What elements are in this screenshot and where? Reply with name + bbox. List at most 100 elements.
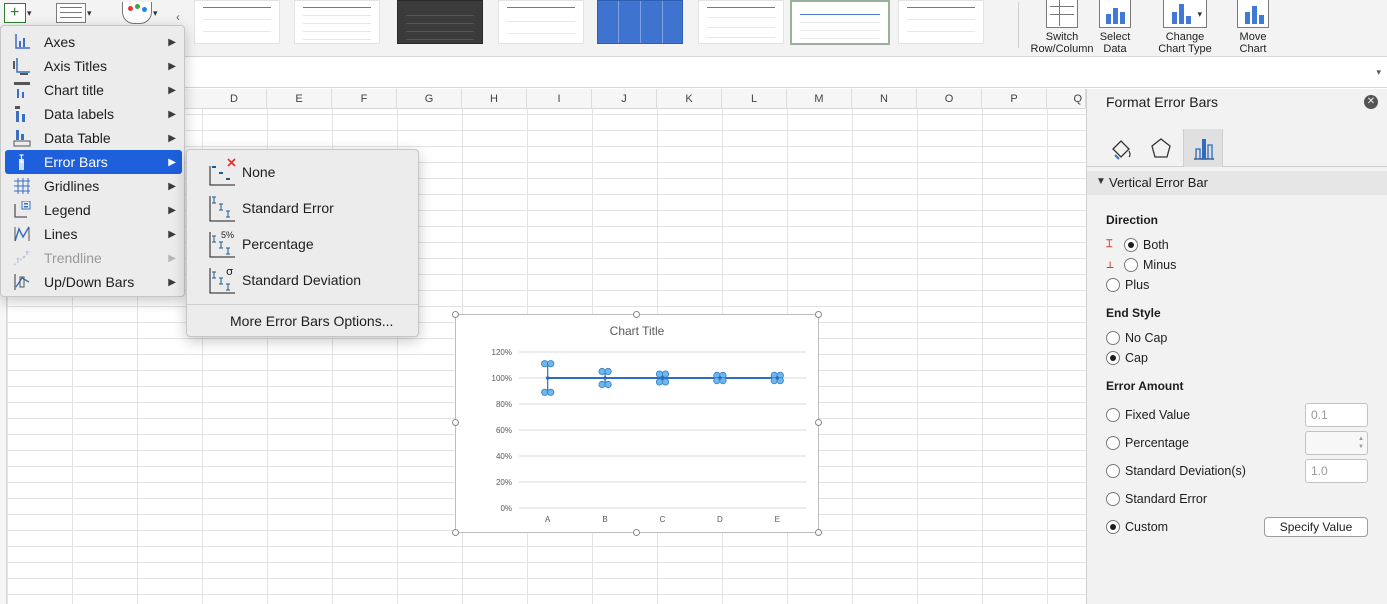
error-bars-option-percentage[interactable]: 5% Percentage: [191, 227, 415, 261]
resize-handle[interactable]: [815, 529, 822, 536]
radio-button[interactable]: [1106, 331, 1120, 345]
error-bar-selection-handle[interactable]: [661, 370, 670, 378]
resize-handle[interactable]: [452, 311, 459, 318]
direction-minus-radio[interactable]: Minus: [1124, 256, 1176, 274]
more-error-bars-options[interactable]: More Error Bars Options...: [230, 313, 393, 329]
radio-button[interactable]: [1106, 464, 1120, 478]
resize-handle[interactable]: [633, 529, 640, 536]
menu-item-axes[interactable]: Axes ▶: [5, 30, 182, 54]
stepper-arrows-icon[interactable]: ▲ ▼: [1358, 435, 1364, 451]
standard-error-radio[interactable]: Standard Error: [1106, 490, 1207, 508]
error-bar-selection-handle[interactable]: [541, 360, 549, 368]
menu-item-up-down-bars[interactable]: Up/Down Bars ▶: [5, 270, 182, 294]
error-bar-selection-handle[interactable]: [547, 360, 555, 368]
menu-item-data-table[interactable]: Data Table ▶: [5, 126, 182, 150]
column-header[interactable]: D: [202, 89, 267, 109]
error-bar-selection-handle[interactable]: [604, 380, 612, 389]
data-point[interactable]: [718, 376, 722, 380]
tab-error-bar-options[interactable]: [1183, 129, 1223, 167]
menu-item-gridlines[interactable]: Gridlines ▶: [5, 174, 182, 198]
select-data-button[interactable]: Select Data: [1094, 0, 1136, 55]
data-point[interactable]: [603, 376, 607, 380]
column-header[interactable]: N: [852, 89, 917, 109]
add-chart-element-button[interactable]: + ▾: [4, 0, 32, 26]
radio-button[interactable]: [1106, 520, 1120, 534]
custom-radio[interactable]: Custom: [1106, 518, 1168, 536]
chart-style-thumbnail[interactable]: [294, 0, 380, 44]
error-bar-selection-handle[interactable]: [598, 367, 606, 376]
radio-button[interactable]: [1106, 278, 1120, 292]
chart-style-thumbnail-selected[interactable]: [790, 0, 890, 45]
error-bars-option-standard-error[interactable]: Standard Error: [191, 191, 415, 225]
radio-button[interactable]: [1106, 436, 1120, 450]
fixed-value-radio[interactable]: Fixed Value: [1106, 406, 1190, 424]
column-header[interactable]: L: [722, 89, 787, 109]
radio-button[interactable]: [1106, 492, 1120, 506]
column-header[interactable]: Q: [1047, 89, 1086, 109]
percentage-radio[interactable]: Percentage: [1106, 434, 1189, 452]
chart-style-thumbnail[interactable]: [194, 0, 280, 44]
chart-style-thumbnail[interactable]: [898, 0, 984, 44]
chart-title[interactable]: Chart Title: [610, 324, 665, 338]
column-header[interactable]: K: [657, 89, 722, 109]
fixed-value-input[interactable]: 0.1: [1305, 403, 1368, 427]
direction-plus-radio[interactable]: Plus: [1106, 276, 1149, 294]
switch-row-column-button[interactable]: Switch Row/Column: [1030, 0, 1094, 55]
resize-handle[interactable]: [452, 529, 459, 536]
radio-button[interactable]: [1124, 238, 1138, 252]
error-bars-option-standard-deviation[interactable]: σ Standard Deviation: [191, 263, 415, 297]
percentage-input[interactable]: ▲ ▼: [1305, 431, 1368, 455]
change-chart-type-button[interactable]: ▾ Change Chart Type: [1152, 0, 1218, 55]
error-bar-selection-handle[interactable]: [541, 388, 549, 396]
resize-handle[interactable]: [452, 419, 459, 426]
data-point[interactable]: [775, 376, 780, 380]
column-header[interactable]: O: [917, 89, 982, 109]
chart-style-thumbnail[interactable]: [597, 0, 683, 44]
column-header[interactable]: G: [397, 89, 462, 109]
error-bar-selection-handle[interactable]: [655, 378, 664, 386]
error-bars-option-none[interactable]: None: [191, 155, 415, 189]
collapse-triangle-icon[interactable]: ▼: [1096, 176, 1106, 187]
close-icon[interactable]: ✕: [1364, 95, 1378, 109]
error-bar-selection-handle[interactable]: [547, 388, 555, 396]
standard-deviation-input[interactable]: 1.0: [1305, 459, 1368, 483]
data-point[interactable]: [660, 376, 665, 380]
column-header[interactable]: I: [527, 89, 592, 109]
error-bar-selection-handle[interactable]: [661, 378, 670, 386]
column-header[interactable]: F: [332, 89, 397, 109]
specify-value-button[interactable]: Specify Value: [1264, 517, 1368, 537]
tab-effects[interactable]: [1141, 129, 1181, 167]
chart-style-thumbnail[interactable]: [698, 0, 784, 44]
chevron-down-icon[interactable]: ▾: [1376, 67, 1381, 78]
formula-bar[interactable]: ▾: [0, 58, 1387, 88]
radio-button[interactable]: [1124, 258, 1138, 272]
column-header[interactable]: P: [982, 89, 1047, 109]
error-bar-selection-handle[interactable]: [604, 367, 612, 376]
menu-item-error-bars[interactable]: Error Bars ▶: [5, 150, 182, 174]
data-point[interactable]: [545, 376, 550, 380]
change-colors-button[interactable]: ▾: [122, 0, 158, 26]
resize-handle[interactable]: [633, 311, 640, 318]
column-header[interactable]: J: [592, 89, 657, 109]
move-chart-button[interactable]: Move Chart: [1232, 0, 1274, 55]
chart-style-thumbnail[interactable]: [498, 0, 584, 44]
standard-deviation-radio[interactable]: Standard Deviation(s): [1106, 462, 1246, 480]
error-bar-selection-handle[interactable]: [598, 380, 606, 389]
gallery-scroll-left-icon[interactable]: ‹: [176, 10, 180, 24]
direction-both-radio[interactable]: Both: [1124, 236, 1169, 254]
chart-style-thumbnail[interactable]: [397, 0, 483, 44]
error-bar-selection-handle[interactable]: [655, 370, 664, 378]
column-header[interactable]: M: [787, 89, 852, 109]
menu-item-lines[interactable]: Lines ▶: [5, 222, 182, 246]
menu-item-chart-title[interactable]: Chart title ▶: [5, 78, 182, 102]
radio-button[interactable]: [1106, 351, 1120, 365]
tab-fill-line[interactable]: [1101, 129, 1141, 167]
resize-handle[interactable]: [815, 419, 822, 426]
embedded-chart[interactable]: Chart Title 0% 20% 40% 60% 80% 100% 120% A B C D E: [455, 314, 819, 533]
menu-item-legend[interactable]: Legend ▶: [5, 198, 182, 222]
column-header[interactable]: H: [462, 89, 527, 109]
menu-item-data-labels[interactable]: Data labels ▶: [5, 102, 182, 126]
menu-item-axis-titles[interactable]: Axis Titles ▶: [5, 54, 182, 78]
quick-layout-button[interactable]: ▾: [56, 0, 92, 26]
end-style-no-cap-radio[interactable]: No Cap: [1106, 329, 1167, 347]
